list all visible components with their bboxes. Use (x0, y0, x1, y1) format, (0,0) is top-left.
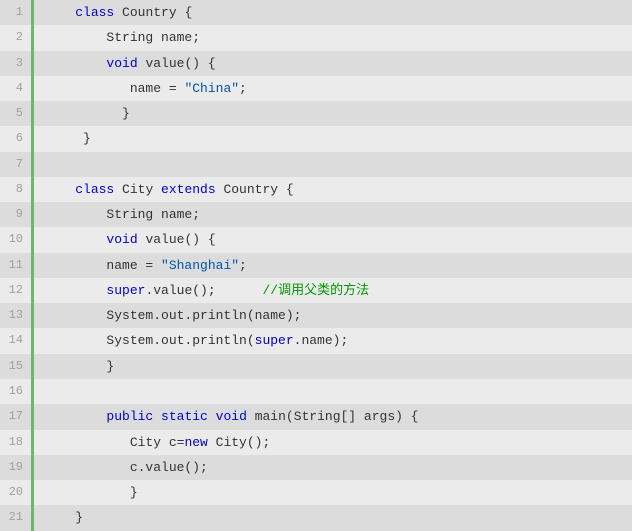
line-number: 7 (0, 152, 34, 177)
line-number: 13 (0, 303, 34, 328)
code-line: 19 c.value(); (0, 455, 632, 480)
code-content: name = "China"; (34, 76, 247, 101)
code-line: 9 String name; (0, 202, 632, 227)
line-number: 1 (0, 0, 34, 25)
line-number: 17 (0, 404, 34, 429)
code-content: } (34, 505, 83, 530)
code-line: 4 name = "China"; (0, 76, 632, 101)
line-number: 10 (0, 227, 34, 252)
line-number: 14 (0, 328, 34, 353)
code-line: 3 void value() { (0, 51, 632, 76)
line-number: 15 (0, 354, 34, 379)
code-line: 20 } (0, 480, 632, 505)
line-number: 6 (0, 126, 34, 151)
code-line: 15 } (0, 354, 632, 379)
code-content: } (34, 480, 138, 505)
code-content: c.value(); (34, 455, 208, 480)
code-block: 1 class Country {2 String name;3 void va… (0, 0, 632, 531)
line-number: 8 (0, 177, 34, 202)
code-content: System.out.println(super.name); (34, 328, 348, 353)
line-number: 18 (0, 430, 34, 455)
code-content: void value() { (34, 51, 216, 76)
code-content: name = "Shanghai"; (34, 253, 247, 278)
line-number: 3 (0, 51, 34, 76)
line-number: 9 (0, 202, 34, 227)
code-content: } (34, 101, 130, 126)
line-number: 4 (0, 76, 34, 101)
code-line: 21 } (0, 505, 632, 530)
code-line: 7 (0, 152, 632, 177)
code-line: 16 (0, 379, 632, 404)
line-number: 19 (0, 455, 34, 480)
line-number: 21 (0, 505, 34, 530)
code-content: } (34, 354, 114, 379)
code-line: 18 City c=new City(); (0, 430, 632, 455)
code-content: String name; (34, 25, 200, 50)
code-line: 10 void value() { (0, 227, 632, 252)
line-number: 12 (0, 278, 34, 303)
code-content: } (34, 126, 91, 151)
code-content: class Country { (34, 0, 192, 25)
code-line: 13 System.out.println(name); (0, 303, 632, 328)
code-content: System.out.println(name); (34, 303, 301, 328)
line-number: 16 (0, 379, 34, 404)
line-number: 5 (0, 101, 34, 126)
line-number: 20 (0, 480, 34, 505)
line-number: 2 (0, 25, 34, 50)
code-content: public static void main(String[] args) { (34, 404, 419, 429)
code-line: 12 super.value(); //调用父类的方法 (0, 278, 632, 303)
code-line: 6 } (0, 126, 632, 151)
code-content: super.value(); //调用父类的方法 (34, 278, 369, 303)
line-number: 11 (0, 253, 34, 278)
code-content: class City extends Country { (34, 177, 294, 202)
code-line: 17 public static void main(String[] args… (0, 404, 632, 429)
code-line: 2 String name; (0, 25, 632, 50)
code-content: void value() { (34, 227, 216, 252)
code-line: 5 } (0, 101, 632, 126)
code-line: 1 class Country { (0, 0, 632, 25)
code-line: 14 System.out.println(super.name); (0, 328, 632, 353)
code-line: 8 class City extends Country { (0, 177, 632, 202)
code-content: City c=new City(); (34, 430, 270, 455)
code-line: 11 name = "Shanghai"; (0, 253, 632, 278)
code-content: String name; (34, 202, 200, 227)
